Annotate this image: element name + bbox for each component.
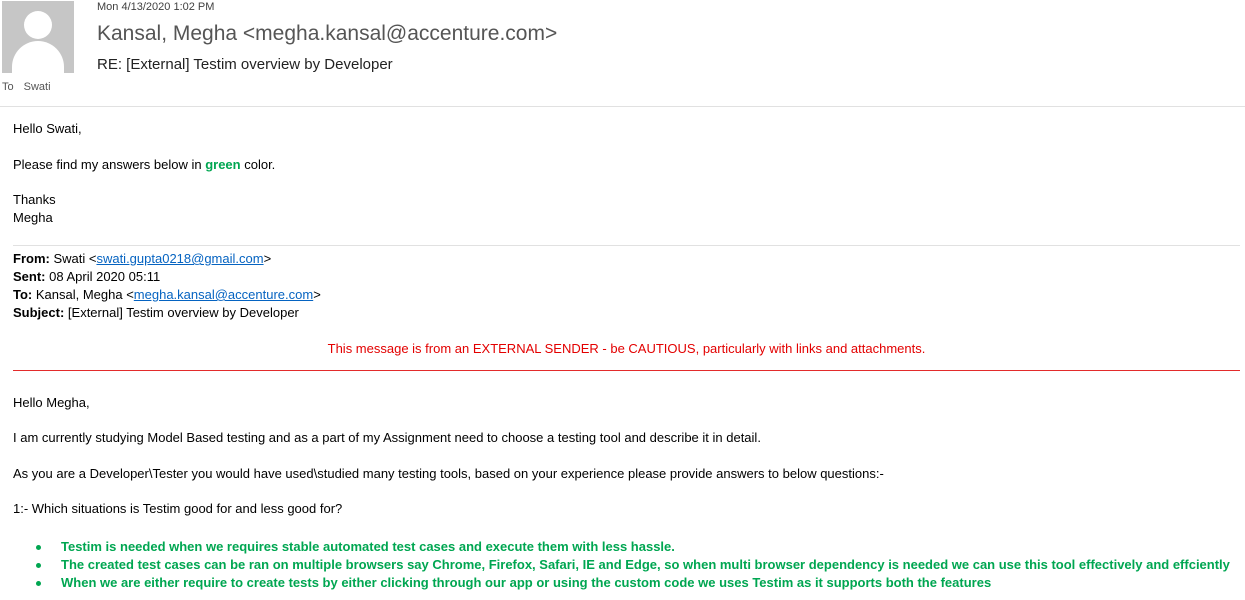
quoted-to-name: Kansal, Megha < [32,287,134,302]
header-divider [0,106,1245,107]
reply-line-green-word: green [205,157,241,172]
quoted-sent: Sent: 08 April 2020 05:11 [13,268,160,286]
sender-name[interactable]: Kansal, Megha <megha.kansal@accenture.co… [97,22,557,46]
answer-text: When we are either require to create tes… [61,575,992,590]
bullet-icon [36,545,41,550]
answer-item: The created test cases can be ran on mul… [13,556,1230,574]
quoted-subject-value: [External] Testim overview by Developer [64,305,299,320]
reply-line: Please find my answers below in green co… [13,156,275,174]
recipient-name[interactable]: Swati [24,81,51,93]
to-label: To [2,81,14,93]
bullet-icon [36,581,41,586]
original-greeting: Hello Megha, [13,395,90,410]
avatar-body-shape [12,41,64,73]
quoted-to-email-link[interactable]: megha.kansal@accenture.com [134,287,313,302]
quoted-from: From: Swati <swati.gupta0218@gmail.com> [13,250,271,268]
quoted-sent-label: Sent: [13,269,46,284]
original-paragraph-2: As you are a Developer\Tester you would … [13,466,884,481]
bullet-icon [36,563,41,568]
quoted-to: To: Kansal, Megha <megha.kansal@accentur… [13,286,321,304]
sender-avatar[interactable] [2,1,74,73]
quoted-to-close: > [313,287,321,302]
reply-signature: Megha [13,210,53,225]
reply-greeting: Hello Swati, [13,121,82,136]
recipient-line: To Swati [2,81,51,93]
answer-item: When we are either require to create tes… [13,574,1230,592]
quoted-from-email-link[interactable]: swati.gupta0218@gmail.com [96,251,263,266]
question-1: 1:- Which situations is Testim good for … [13,501,343,516]
quoted-to-label: To: [13,287,33,302]
reply-thanks: Thanks [13,192,56,207]
reply-line-suffix: color. [240,157,276,172]
quoted-from-name: Swati < [49,251,97,266]
message-date: Mon 4/13/2020 1:02 PM [97,1,215,13]
external-sender-warning: This message is from an EXTERNAL SENDER … [327,341,926,356]
quoted-sent-value: 08 April 2020 05:11 [45,269,161,284]
quoted-from-close: > [263,251,272,266]
reply-line-prefix: Please find my answers below in [13,157,206,172]
warning-divider [13,370,1240,371]
avatar-head-shape [24,11,52,39]
answer-text: The created test cases can be ran on mul… [61,557,1230,572]
quoted-subject-label: Subject: [13,305,65,320]
answer-text: Testim is needed when we requires stable… [61,539,675,554]
quoted-subject: Subject: [External] Testim overview by D… [13,304,299,322]
quoted-from-label: From: [13,251,50,266]
quote-divider [13,245,1240,246]
answer-item: Testim is needed when we requires stable… [13,538,1230,556]
message-subject: RE: [External] Testim overview by Develo… [97,56,393,73]
original-paragraph-1: I am currently studying Model Based test… [13,430,761,445]
answer-list: Testim is needed when we requires stable… [13,538,1230,592]
